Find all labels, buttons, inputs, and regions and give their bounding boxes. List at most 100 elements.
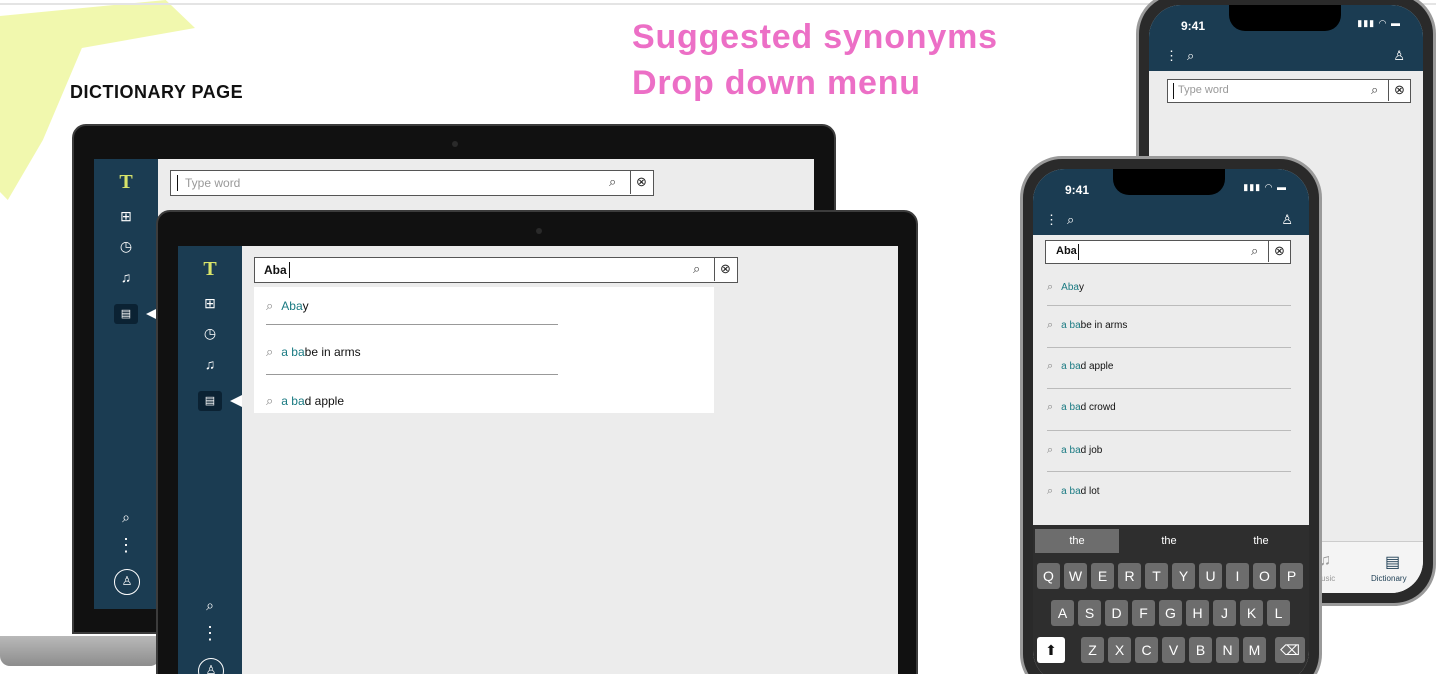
signal-battery-icon: ▮▮▮ ◠ ▬: [1357, 18, 1401, 28]
text-caret: [1078, 244, 1079, 260]
key-v[interactable]: V: [1162, 637, 1185, 663]
list-item[interactable]: ⌕ a bad crowd: [1047, 401, 1116, 414]
list-item[interactable]: ⌕ Abay: [1047, 281, 1084, 294]
key-j[interactable]: J: [1213, 600, 1236, 626]
key-t[interactable]: T: [1145, 563, 1168, 589]
key-n[interactable]: N: [1216, 637, 1239, 663]
search-icon[interactable]: ⌕: [1251, 243, 1258, 259]
more-icon[interactable]: ⋮: [1165, 48, 1178, 64]
search-input[interactable]: Aba ⌕ ⊗: [1045, 240, 1291, 264]
key-p[interactable]: P: [1280, 563, 1303, 589]
key-o[interactable]: O: [1253, 563, 1276, 589]
list-item[interactable]: ⌕ a babe in arms: [266, 344, 361, 360]
key-y[interactable]: Y: [1172, 563, 1195, 589]
headline-line-1: Suggested synonyms: [632, 18, 998, 56]
key-q[interactable]: Q: [1037, 563, 1060, 589]
key-s[interactable]: S: [1078, 600, 1101, 626]
key-a[interactable]: A: [1051, 600, 1074, 626]
separator: [266, 324, 558, 325]
more-icon[interactable]: ⋮: [1045, 212, 1058, 228]
separator: [1047, 471, 1291, 472]
search-icon[interactable]: ⌕: [1067, 212, 1074, 228]
search-icon[interactable]: ⌕: [1371, 82, 1378, 98]
app-bar: ⋮ ⌕ ♙: [1033, 205, 1309, 235]
more-icon[interactable]: ⋮: [94, 536, 158, 554]
key-f[interactable]: F: [1132, 600, 1155, 626]
clear-icon[interactable]: ⊗: [1388, 80, 1410, 101]
list-item[interactable]: ⌕ a babe in arms: [1047, 319, 1127, 332]
separator: [266, 374, 558, 375]
text-caret: [1173, 83, 1174, 99]
key-b[interactable]: B: [1189, 637, 1212, 663]
nav-rail: T ⊞ ◷ ♫ ▤ ⌕ ⋮ ♙: [178, 246, 242, 674]
status-bar: 9:41 ▮▮▮ ◠ ▬: [1149, 5, 1423, 41]
search-value: Aba: [264, 263, 287, 277]
list-item[interactable]: ⌕ Abay: [266, 298, 309, 314]
laptop-base: [0, 636, 160, 666]
profile-icon[interactable]: ♙: [114, 569, 140, 595]
tab-dictionary[interactable]: Dictionary: [1371, 574, 1407, 583]
separator: [1047, 430, 1291, 431]
list-item[interactable]: ⌕ a bad apple: [1047, 360, 1113, 373]
music-note-icon[interactable]: ♫: [178, 355, 242, 373]
search-icon[interactable]: ⌕: [178, 596, 242, 614]
search-input[interactable]: Type word ⌕ ⊗: [170, 170, 654, 196]
key-z[interactable]: Z: [1081, 637, 1104, 663]
search-icon: ⌕: [1047, 444, 1054, 456]
key-x[interactable]: X: [1108, 637, 1131, 663]
search-icon: ⌕: [266, 298, 274, 313]
shift-key[interactable]: ⬆: [1037, 637, 1065, 663]
dictionary-icon[interactable]: ▤: [114, 304, 138, 324]
backspace-key[interactable]: ⌫: [1275, 637, 1305, 663]
clear-icon[interactable]: ⊗: [630, 171, 652, 194]
dictionary-icon[interactable]: ▤: [198, 391, 222, 411]
search-icon: ⌕: [1047, 319, 1054, 331]
profile-icon[interactable]: ♙: [1281, 212, 1293, 228]
search-icon: ⌕: [1047, 360, 1054, 372]
search-icon[interactable]: ⌕: [1187, 48, 1194, 64]
front-phone-screen: 9:41 ▮▮▮ ◠ ▬ ⋮ ⌕ ♙ Aba ⌕ ⊗ ⌕ Abay ⌕ a babe…: [1033, 169, 1309, 674]
text-caret: [289, 262, 290, 278]
clock-icon[interactable]: ◷: [178, 324, 242, 342]
key-d[interactable]: D: [1105, 600, 1128, 626]
search-input[interactable]: Type word ⌕ ⊗: [1167, 79, 1411, 103]
list-item[interactable]: ⌕ a bad job: [1047, 444, 1102, 457]
key-h[interactable]: H: [1186, 600, 1209, 626]
clear-icon[interactable]: ⊗: [1268, 241, 1290, 262]
tab-music[interactable]: usic: [1321, 574, 1335, 583]
profile-icon[interactable]: ♙: [1393, 48, 1405, 64]
prediction-3[interactable]: the: [1219, 529, 1303, 553]
key-c[interactable]: C: [1135, 637, 1158, 663]
music-note-icon[interactable]: ♫: [94, 268, 158, 286]
key-r[interactable]: R: [1118, 563, 1141, 589]
list-item[interactable]: ⌕ a bad apple: [266, 393, 344, 409]
key-l[interactable]: L: [1267, 600, 1290, 626]
search-icon[interactable]: ⌕: [609, 174, 616, 190]
active-pointer: [230, 395, 242, 407]
more-icon[interactable]: ⋮: [178, 624, 242, 642]
profile-icon[interactable]: ♙: [198, 658, 224, 674]
list-item[interactable]: ⌕ a bad lot: [1047, 485, 1100, 498]
prediction-1[interactable]: the: [1035, 529, 1119, 553]
key-e[interactable]: E: [1091, 563, 1114, 589]
search-icon[interactable]: ⌕: [693, 261, 700, 277]
key-m[interactable]: M: [1243, 637, 1266, 663]
suggestion-dropdown: ⌕ Abay ⌕ a babe in arms ⌕ a bad apple: [254, 287, 714, 413]
clock-icon[interactable]: ◷: [94, 237, 158, 255]
search-icon[interactable]: ⌕: [94, 508, 158, 526]
key-k[interactable]: K: [1240, 600, 1263, 626]
search-placeholder: Type word: [185, 176, 241, 190]
clear-icon[interactable]: ⊗: [714, 258, 736, 281]
separator: [1047, 347, 1291, 348]
key-i[interactable]: I: [1226, 563, 1249, 589]
dictionary-icon[interactable]: ▤: [1385, 552, 1400, 572]
grid-icon[interactable]: ⊞: [94, 207, 158, 225]
search-input[interactable]: Aba ⌕ ⊗: [254, 257, 738, 283]
grid-icon[interactable]: ⊞: [178, 294, 242, 312]
search-icon: ⌕: [1047, 281, 1054, 293]
key-u[interactable]: U: [1199, 563, 1222, 589]
prediction-2[interactable]: the: [1127, 529, 1211, 553]
headline-line-2: Drop down menu: [632, 64, 921, 102]
key-g[interactable]: G: [1159, 600, 1182, 626]
key-w[interactable]: W: [1064, 563, 1087, 589]
